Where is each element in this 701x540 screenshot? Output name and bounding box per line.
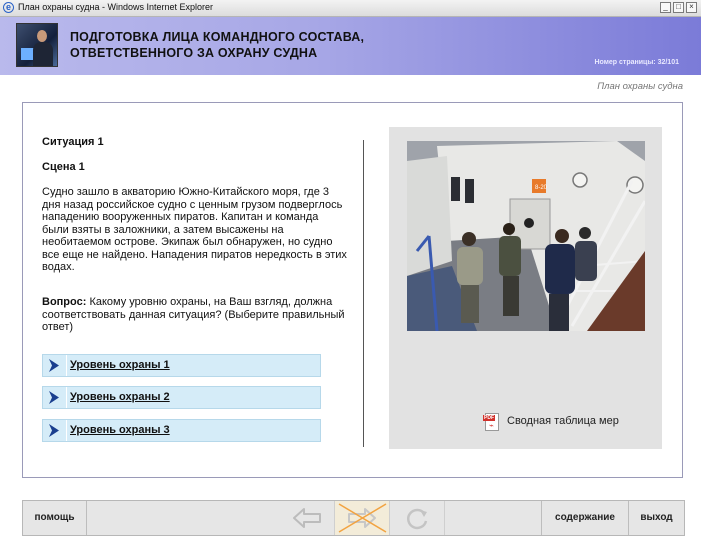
course-title-line2: ОТВЕТСТВЕННОГО ЗА ОХРАНУ СУДНА	[70, 46, 318, 60]
close-button[interactable]: ×	[686, 2, 697, 13]
option-arrow-icon	[43, 387, 67, 408]
window-title: План охраны судна - Windows Internet Exp…	[18, 2, 214, 12]
photo-sign-text: 8-20	[535, 185, 548, 191]
answer-option-1[interactable]: Уровень охраны 1	[42, 354, 321, 377]
option-arrow-icon	[43, 420, 67, 441]
pdf-icon: PDF ⌁	[483, 413, 499, 431]
course-title: ПОДГОТОВКА ЛИЦА КОМАНДНОГО СОСТАВА, ОТВЕ…	[70, 29, 400, 61]
ship-crew-photo: 8-20	[407, 141, 645, 331]
forward-button-disabled[interactable]	[335, 501, 390, 535]
minimize-button[interactable]: _	[660, 2, 671, 13]
photo-panel: 8-20 PDF ⌁ Сводная таблица мер	[389, 127, 662, 449]
question-label: Вопрос:	[42, 296, 87, 308]
bottom-nav-bar: помощь содержание выход	[22, 500, 685, 536]
answer-option-label: Уровень охраны 3	[70, 424, 170, 436]
content-panel: Ситуация 1 Сцена 1 Судно зашло в акватор…	[22, 102, 683, 478]
reload-button[interactable]	[390, 501, 445, 535]
exit-button[interactable]: выход	[629, 501, 684, 535]
question-body: Какому уровню охраны, на Ваш взгляд, дол…	[42, 296, 345, 333]
forward-disabled-icon	[338, 503, 387, 533]
help-button[interactable]: помощь	[23, 501, 87, 535]
vertical-divider	[363, 140, 364, 447]
ie-icon: e	[3, 2, 14, 13]
back-button[interactable]	[280, 501, 335, 535]
pdf-link-label: Сводная таблица мер	[507, 415, 619, 427]
section-title: План охраны судна	[597, 81, 683, 92]
question-text: Вопрос: Какому уровню охраны, на Ваш взг…	[42, 296, 347, 334]
answer-option-label: Уровень охраны 1	[70, 359, 170, 371]
course-header: ПОДГОТОВКА ЛИЦА КОМАНДНОГО СОСТАВА, ОТВЕ…	[0, 17, 701, 75]
reload-icon	[406, 508, 428, 530]
situation-text: Судно зашло в акваторию Южно-Китайского …	[42, 186, 347, 273]
answer-option-label: Уровень охраны 2	[70, 391, 170, 403]
answer-option-2[interactable]: Уровень охраны 2	[42, 386, 321, 409]
course-title-line1: ПОДГОТОВКА ЛИЦА КОМАНДНОГО СОСТАВА,	[70, 30, 365, 44]
scene-heading: Сцена 1	[42, 161, 85, 173]
page-number: Номер страницы: 32/101	[594, 59, 679, 66]
header-logo-image	[16, 23, 58, 67]
back-arrow-icon	[293, 508, 321, 528]
option-arrow-icon	[43, 355, 67, 376]
situation-heading: Ситуация 1	[42, 136, 104, 148]
maximize-button[interactable]: □	[673, 2, 684, 13]
contents-button[interactable]: содержание	[541, 501, 629, 535]
answer-option-3[interactable]: Уровень охраны 3	[42, 419, 321, 442]
window-titlebar: e План охраны судна - Windows Internet E…	[0, 0, 701, 17]
